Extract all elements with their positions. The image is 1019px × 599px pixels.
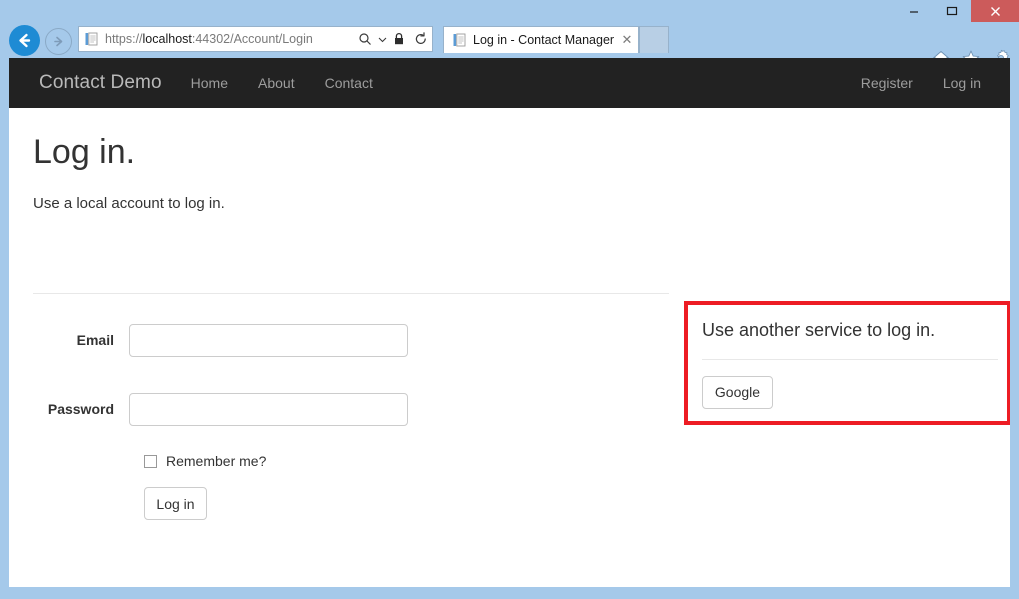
external-login-title: Use another service to log in. [702, 320, 936, 340]
browser-tab[interactable]: Log in - Contact Manager ✕ [443, 26, 639, 53]
email-row: Email [9, 314, 669, 366]
external-login-panel: Use another service to log in. Google [688, 305, 1007, 409]
browser-toolbar: https://localhost:44302/Account/Login Lo… [0, 22, 1019, 66]
external-login-divider [702, 358, 998, 360]
page-content: Log in. Use a local account to log in. E… [9, 133, 1010, 520]
nav-item-login[interactable]: Log in [928, 58, 996, 108]
local-login-divider [33, 293, 669, 294]
nav-item-contact[interactable]: Contact [310, 58, 388, 108]
password-input[interactable] [129, 392, 408, 426]
minimize-button[interactable] [895, 0, 933, 22]
nav-item-about[interactable]: About [243, 58, 310, 108]
refresh-icon[interactable] [410, 27, 432, 51]
back-arrow-icon [19, 33, 31, 48]
lock-icon [388, 27, 410, 51]
close-button[interactable] [971, 0, 1019, 22]
url-text: https://localhost:44302/Account/Login [99, 32, 354, 46]
password-label: Password [47, 401, 114, 417]
navbar-right: Register Log in [846, 58, 1010, 108]
nav-item-register[interactable]: Register [846, 58, 928, 108]
tab-title: Log in - Contact Manager [473, 33, 615, 47]
address-bar[interactable]: https://localhost:44302/Account/Login [78, 26, 433, 52]
forward-button[interactable] [45, 28, 72, 55]
maximize-button[interactable] [933, 0, 971, 22]
google-login-button[interactable]: Google [702, 375, 773, 409]
minimize-icon [910, 11, 918, 13]
url-path: :44302/Account/Login [191, 32, 313, 46]
page-title: Log in. [33, 133, 136, 171]
site-navbar: Contact Demo Home About Contact Register… [9, 58, 1010, 108]
tab-close-icon[interactable]: ✕ [616, 27, 638, 53]
browser-window: https://localhost:44302/Account/Login Lo… [0, 0, 1019, 599]
forward-arrow-icon [54, 36, 63, 47]
url-host: localhost [142, 32, 192, 46]
page-document-icon [451, 32, 467, 48]
remember-me-checkbox[interactable] [144, 454, 157, 468]
remember-me-row: Remember me? [9, 453, 669, 469]
password-row: Password [9, 383, 669, 435]
nav-item-home[interactable]: Home [176, 58, 243, 108]
chevron-down-icon[interactable] [376, 27, 388, 51]
window-controls [895, 0, 1019, 22]
site-brand[interactable]: Contact Demo [25, 72, 176, 94]
login-form: Email Password Remember me? Log in [9, 314, 669, 520]
back-button[interactable] [9, 25, 40, 56]
email-input[interactable] [129, 323, 408, 357]
external-login-highlight-box: Use another service to log in. Google [684, 301, 1010, 425]
login-submit-button[interactable]: Log in [144, 487, 207, 520]
close-icon [990, 6, 1000, 16]
email-label: Email [76, 332, 114, 348]
remember-me-label: Remember me? [166, 453, 267, 469]
search-magnifier-icon[interactable] [354, 27, 376, 51]
submit-row: Log in [9, 469, 669, 520]
maximize-icon [946, 6, 958, 16]
page-viewport: Contact Demo Home About Contact Register… [9, 58, 1010, 587]
tab-strip: Log in - Contact Manager ✕ [443, 26, 669, 53]
page-document-icon [83, 31, 99, 47]
local-login-subtitle: Use a local account to log in. [33, 195, 225, 213]
new-tab-button[interactable] [639, 26, 669, 53]
url-scheme: https:// [105, 32, 143, 46]
navbar-left: Contact Demo Home About Contact [25, 58, 388, 108]
